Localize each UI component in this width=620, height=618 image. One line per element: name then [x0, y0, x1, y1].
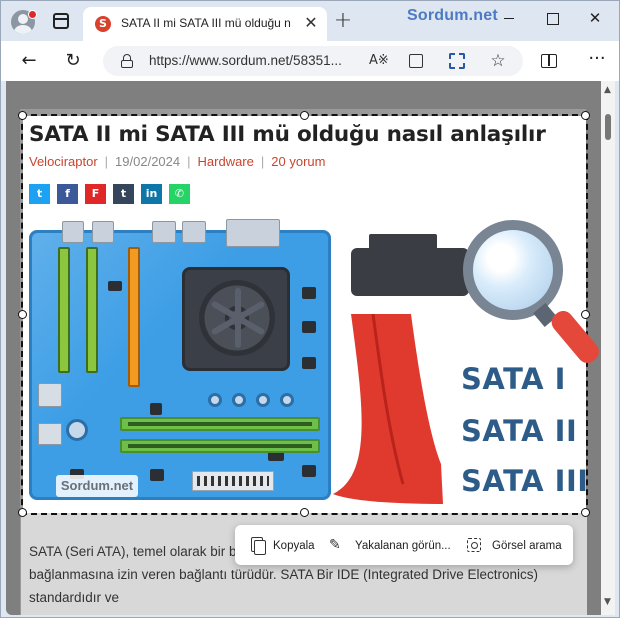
- resize-handle-bottom-right[interactable]: [581, 508, 590, 517]
- author-link[interactable]: Velociraptor: [29, 154, 98, 169]
- maximize-button[interactable]: [536, 7, 568, 29]
- sata-cable-graphic: [333, 314, 443, 504]
- resize-handle-top-right[interactable]: [581, 111, 590, 120]
- article-meta: Velociraptor | 19/02/2024 | Hardware | 20 yoru…: [29, 154, 325, 169]
- read-aloud-icon[interactable]: A※: [369, 52, 389, 70]
- back-arrow-icon[interactable]: ←: [17, 49, 41, 73]
- screenshot-icon[interactable]: [449, 53, 465, 69]
- category-link[interactable]: Hardware: [198, 154, 254, 169]
- window-close-button[interactable]: ✕: [579, 7, 611, 29]
- sordum-logo: Sordum.net: [56, 475, 138, 497]
- article-title: SATA II mi SATA III mü olduğu nasıl anla…: [29, 122, 546, 147]
- resize-handle-left[interactable]: [18, 310, 27, 319]
- twitter-share-icon[interactable]: t: [29, 184, 50, 204]
- more-options-icon[interactable]: ···: [587, 49, 607, 73]
- resize-handle-top[interactable]: [300, 111, 309, 120]
- favorite-star-icon[interactable]: ☆: [489, 52, 507, 70]
- flipboard-share-icon[interactable]: F: [85, 184, 106, 204]
- sordum-watermark: Sordum.net: [407, 7, 498, 24]
- browser-window: S SATA II mi SATA III mü olduğu na ✕ + S…: [0, 0, 620, 618]
- sata-connector-graphic: [351, 234, 469, 296]
- sata-port-graphic: [38, 423, 62, 445]
- url-text[interactable]: https://www.sordum.net/58351...: [149, 53, 359, 68]
- copy-button[interactable]: Kopyala: [273, 537, 315, 555]
- meta-separator: |: [260, 154, 265, 169]
- new-tab-button[interactable]: +: [333, 10, 353, 32]
- resize-handle-bottom-left[interactable]: [18, 508, 27, 517]
- article-illustration: Sordum.net SATA I SATA II SATA III: [29, 219, 603, 508]
- resize-handle-right[interactable]: [581, 310, 590, 319]
- minimize-button[interactable]: [493, 7, 525, 29]
- linkedin-share-icon[interactable]: in: [141, 184, 162, 204]
- capture-toolbar: Kopyala ✎ Yakalanan görün... Görsel aram…: [235, 525, 573, 565]
- reload-icon[interactable]: ↻: [61, 49, 85, 73]
- scroll-thumb[interactable]: [605, 114, 611, 140]
- sata-label-3: SATA III: [461, 464, 589, 498]
- copy-icon[interactable]: [249, 537, 266, 555]
- capture-selection[interactable]: SATA II mi SATA III mü olduğu nasıl anla…: [21, 114, 603, 515]
- sata-label-2: SATA II: [461, 414, 578, 448]
- io-pin-header-graphic: [192, 471, 274, 491]
- motherboard-graphic: Sordum.net: [29, 219, 331, 500]
- markup-capture-button[interactable]: Yakalanan görün...: [355, 537, 451, 555]
- navigation-toolbar: ← ↻ https://www.sordum.net/58351... A※ ☆…: [1, 41, 619, 81]
- address-bar[interactable]: https://www.sordum.net/58351... A※ ☆: [103, 46, 523, 76]
- tab-title: SATA II mi SATA III mü olduğu na: [121, 16, 291, 30]
- site-favicon-icon: S: [95, 16, 111, 32]
- magnifier-glass-icon: [463, 220, 563, 320]
- facebook-share-icon[interactable]: f: [57, 184, 78, 204]
- meta-separator: |: [104, 154, 109, 169]
- comments-link[interactable]: 20 yorum: [271, 154, 325, 169]
- immersive-reader-icon[interactable]: [409, 54, 423, 68]
- meta-separator: |: [187, 154, 191, 169]
- visual-search-button[interactable]: Görsel arama: [492, 537, 562, 555]
- visual-search-icon[interactable]: [467, 538, 481, 552]
- post-date: 19/02/2024: [115, 154, 181, 169]
- whatsapp-share-icon[interactable]: ✆: [169, 184, 190, 204]
- vertical-scrollbar[interactable]: ▲ ▼: [601, 81, 615, 615]
- markup-pen-icon[interactable]: ✎: [329, 537, 345, 553]
- tab-actions-icon[interactable]: [53, 13, 69, 29]
- resize-handle-top-left[interactable]: [18, 111, 27, 120]
- tab-active[interactable]: S SATA II mi SATA III mü olduğu na ✕: [83, 7, 327, 41]
- tab-strip: S SATA II mi SATA III mü olduğu na ✕ + S…: [1, 1, 619, 41]
- scroll-down-arrow-icon[interactable]: ▼: [604, 597, 611, 607]
- cpu-fan-graphic: [182, 267, 290, 371]
- split-screen-icon[interactable]: [541, 54, 557, 68]
- resize-handle-bottom[interactable]: [300, 508, 309, 517]
- scroll-up-arrow-icon[interactable]: ▲: [604, 85, 611, 95]
- tab-close-icon[interactable]: ✕: [301, 13, 321, 33]
- sata-label-1: SATA I: [461, 362, 566, 396]
- notification-dot-icon: [28, 10, 37, 19]
- lock-icon[interactable]: [121, 54, 133, 68]
- tumblr-share-icon[interactable]: t: [113, 184, 134, 204]
